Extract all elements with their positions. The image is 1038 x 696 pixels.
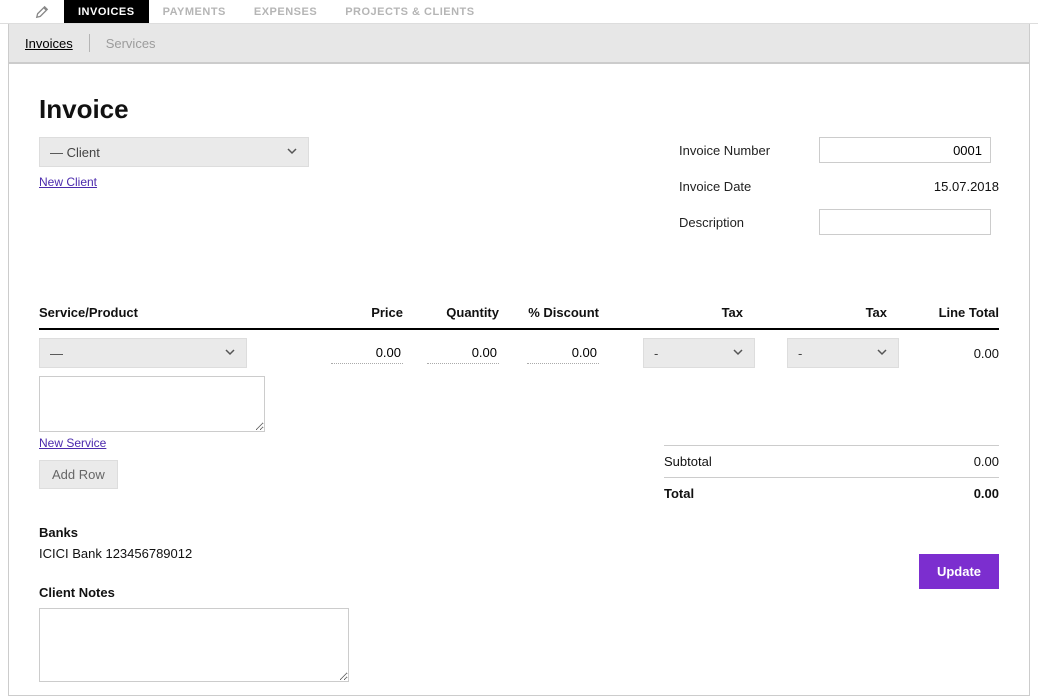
chevron-down-icon [224,346,236,361]
invoice-desc-input[interactable] [819,209,991,235]
chevron-down-icon [876,346,888,361]
tab-expenses[interactable]: EXPENSES [240,0,331,23]
client-select-value: — Client [50,145,100,160]
totals-block: Subtotal 0.00 Total 0.00 [664,445,999,509]
subtotal-label: Subtotal [664,454,712,469]
invoice-date-label: Invoice Date [679,179,819,194]
header-price: Price [319,305,403,320]
meta-column: Invoice Number Invoice Date 15.07.2018 D… [679,137,999,245]
price-input[interactable] [331,342,403,364]
app-root: INVOICES PAYMENTS EXPENSES PROJECTS & CL… [0,0,1038,621]
tax1-value: - [654,346,658,361]
tab-payments[interactable]: PAYMENTS [149,0,240,23]
invoice-date-value[interactable]: 15.07.2018 [819,179,999,194]
update-button[interactable]: Update [919,554,999,589]
service-select-value: — [50,346,63,361]
quantity-input[interactable] [427,342,499,364]
invoice-date-row: Invoice Date 15.07.2018 [679,173,999,199]
header-line-total: Line Total [907,305,999,320]
header-tax2: Tax [763,305,907,320]
subtotal-row: Subtotal 0.00 [664,445,999,477]
service-select[interactable]: — [39,338,247,368]
client-column: — Client New Client [39,137,359,189]
tax2-select[interactable]: - [787,338,899,368]
line-total-value: 0.00 [907,346,999,361]
edit-icon[interactable] [30,0,54,24]
top-nav: INVOICES PAYMENTS EXPENSES PROJECTS & CL… [0,0,1038,24]
header-quantity: Quantity [403,305,499,320]
new-client-link[interactable]: New Client [39,175,97,189]
invoice-number-row: Invoice Number [679,137,999,163]
invoice-number-input[interactable] [819,137,991,163]
banks-header: Banks [39,525,999,540]
line-items-header: Service/Product Price Quantity % Discoun… [39,305,999,330]
tax2-value: - [798,346,802,361]
add-row-button[interactable]: Add Row [39,460,118,489]
total-row: Total 0.00 [664,477,999,509]
new-service-link[interactable]: New Service [39,436,106,450]
header-service: Service/Product [39,305,319,320]
total-label: Total [664,486,694,501]
line-service-cell: — [39,338,319,368]
line-tax1-cell: - [599,338,763,368]
tab-invoices[interactable]: INVOICES [64,0,149,23]
line-price-cell [319,342,403,364]
chevron-down-icon [732,346,744,361]
header-tax1: Tax [599,305,763,320]
line-row: — - [39,330,999,368]
invoice-desc-label: Description [679,215,819,230]
client-notes-header: Client Notes [39,585,999,600]
discount-input[interactable] [527,342,599,364]
invoice-form: Invoice — Client New Client Invoice Numb… [8,63,1030,696]
subnav-invoices[interactable]: Invoices [23,36,75,51]
line-qty-cell [403,342,499,364]
line-discount-cell [499,342,599,364]
chevron-down-icon [286,145,298,160]
invoice-desc-row: Description [679,209,999,235]
client-select[interactable]: — Client [39,137,309,167]
tab-projects-clients[interactable]: PROJECTS & CLIENTS [331,0,488,23]
invoice-number-label: Invoice Number [679,143,819,158]
line-tax2-cell: - [763,338,907,368]
subtotal-value: 0.00 [974,454,999,469]
page-title: Invoice [39,94,999,125]
subnav-services[interactable]: Services [104,36,158,51]
total-value: 0.00 [974,486,999,501]
line-description-input[interactable] [39,376,265,432]
header-row: — Client New Client Invoice Number Invoi… [39,137,999,245]
header-discount: % Discount [499,305,599,320]
tax1-select[interactable]: - [643,338,755,368]
client-notes-input[interactable] [39,608,349,682]
banks-block: Banks ICICI Bank 123456789012 [39,525,999,561]
sub-nav: Invoices Services [8,24,1030,63]
subnav-divider [89,34,90,52]
bank-line: ICICI Bank 123456789012 [39,546,999,561]
